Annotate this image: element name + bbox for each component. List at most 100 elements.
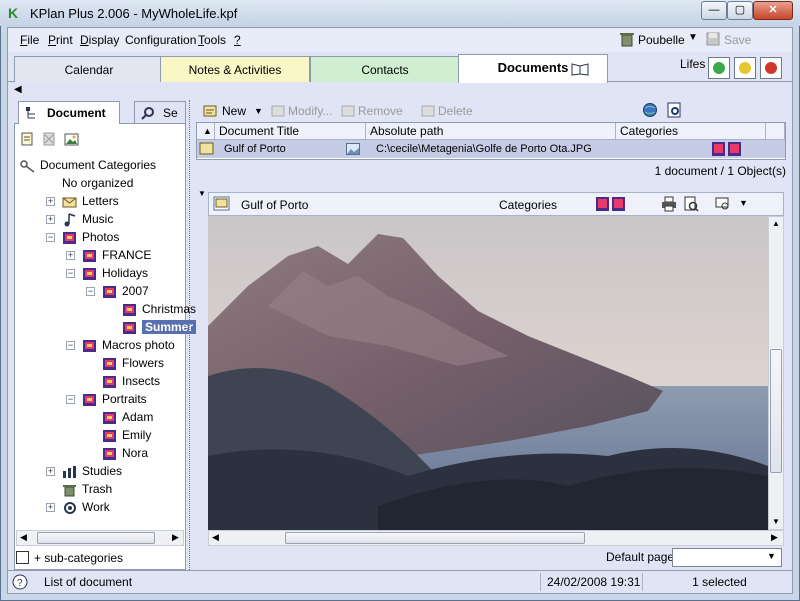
life-yellow-button[interactable] <box>734 57 756 79</box>
tree-item-holidays[interactable]: Holidays <box>82 264 148 282</box>
tree-item-summer[interactable]: Summer <box>122 318 197 336</box>
delete-category-icon[interactable] <box>42 132 56 146</box>
tree-item-flowers[interactable]: Flowers <box>102 354 164 372</box>
tree-item-nora[interactable]: Nora <box>102 444 148 462</box>
tree-item-work[interactable]: Work <box>62 498 110 516</box>
scroll-left-icon[interactable]: ◀ <box>212 532 219 543</box>
tree-item-photos[interactable]: Photos <box>62 228 119 246</box>
find-document-icon[interactable] <box>666 102 682 118</box>
poubelle-button[interactable]: Poubelle ▼ <box>618 30 702 50</box>
tree-item-music[interactable]: Music <box>62 210 113 228</box>
tree-item-label: Trash <box>82 482 113 496</box>
tab-documents[interactable]: Documents <box>458 54 608 83</box>
tree-item-letters[interactable]: Letters <box>62 192 119 210</box>
tree-item-trash[interactable]: Trash <box>62 480 112 498</box>
menu-help[interactable]: ? <box>234 33 241 47</box>
expand-icon[interactable]: + <box>46 197 55 206</box>
expand-icon[interactable]: + <box>46 215 55 224</box>
scroll-up-icon[interactable]: ▲ <box>772 219 780 228</box>
preview-vscroll-thumb[interactable] <box>770 349 782 473</box>
sort-indicator-icon[interactable]: ▲ <box>197 123 215 140</box>
scroll-right-icon[interactable]: ▶ <box>172 532 179 543</box>
tree-item-macros-photo[interactable]: Macros photo <box>82 336 175 354</box>
collapse-icon[interactable]: − <box>66 395 75 404</box>
collapse-icon[interactable]: − <box>86 287 95 296</box>
menu-print[interactable]: Print <box>48 33 73 47</box>
save-button[interactable]: Save <box>704 30 764 50</box>
expand-icon[interactable]: + <box>46 467 55 476</box>
tab-document-tree[interactable]: Document <box>18 101 120 124</box>
menu-tools[interactable]: Tools <box>198 33 226 47</box>
tab-contacts[interactable]: Contacts <box>310 56 460 82</box>
expand-icon[interactable]: + <box>46 503 55 512</box>
photo-folder-icon <box>82 249 98 263</box>
photo-folder-icon <box>82 339 98 353</box>
tree-item-christmas[interactable]: Christmas <box>122 300 196 318</box>
preview-document-icon[interactable] <box>213 196 231 212</box>
subcategories-label: + sub-categories <box>34 551 124 565</box>
collapse-icon[interactable]: − <box>46 233 55 242</box>
new-category-icon[interactable] <box>20 132 34 146</box>
scroll-right-icon[interactable]: ▶ <box>771 532 778 543</box>
life-red-button[interactable] <box>760 57 782 79</box>
tree-item-studies[interactable]: Studies <box>62 462 122 480</box>
collapse-icon[interactable]: − <box>66 269 75 278</box>
life-green-button[interactable] <box>708 57 730 79</box>
column-header-extra[interactable] <box>766 123 785 140</box>
tree-item-portraits[interactable]: Portraits <box>82 390 147 408</box>
photo-folder-icon <box>62 231 78 245</box>
tab-search[interactable]: Se <box>134 101 186 124</box>
image-category-icon[interactable] <box>64 132 80 146</box>
zoom-dropdown-icon[interactable]: ▼ <box>739 198 748 208</box>
column-header-title[interactable]: Document Title <box>215 123 366 140</box>
tree-item-emily[interactable]: Emily <box>102 426 151 444</box>
tree-item-adam[interactable]: Adam <box>102 408 153 426</box>
life-green-icon <box>713 62 725 74</box>
table-row[interactable]: Gulf of Porto C:\cecile\Metagenia\Golfe … <box>197 140 785 158</box>
preview-hscroll-thumb[interactable] <box>285 532 585 544</box>
preview-vertical-scrollbar[interactable]: ▲ ▼ <box>768 216 784 530</box>
tree-item-insects[interactable]: Insects <box>102 372 160 390</box>
collapse-arrow-icon[interactable]: ◀ <box>14 84 22 95</box>
subcategories-option[interactable]: + sub-categories <box>14 548 186 568</box>
panel-splitter[interactable] <box>189 100 194 570</box>
tree-item-document-categories[interactable]: Document Categories <box>20 156 156 174</box>
menu-display[interactable]: Display <box>80 33 119 47</box>
chevron-down-icon[interactable]: ▼ <box>767 551 776 561</box>
tree-item-label: Emily <box>122 428 152 442</box>
collapse-icon[interactable]: − <box>66 341 75 350</box>
help-icon[interactable]: ? <box>12 574 28 590</box>
print-icon[interactable] <box>661 196 677 212</box>
subcategories-checkbox[interactable] <box>16 551 29 564</box>
menu-configuration[interactable]: Configuration <box>125 33 196 47</box>
tree-item-france[interactable]: FRANCE <box>82 246 151 264</box>
tree-item-label: Christmas <box>142 302 197 316</box>
zoom-icon[interactable] <box>715 196 733 212</box>
title-bar[interactable]: K KPlan Plus 2.006 - MyWholeLife.kpf — ▢… <box>0 0 800 26</box>
chevron-down-icon[interactable]: ▼ <box>688 32 698 43</box>
close-button[interactable]: ✕ <box>753 1 793 20</box>
photo-folder-icon <box>122 321 138 335</box>
minimize-button[interactable]: — <box>701 1 727 20</box>
category-tree[interactable]: Document Categories No organized Letters + M… <box>16 156 197 530</box>
globe-icon[interactable] <box>642 102 658 118</box>
tree-item-2007[interactable]: 2007 <box>102 282 149 300</box>
menu-file[interactable]: File <box>20 33 39 47</box>
tree-horizontal-scrollbar[interactable]: ◀ ▶ <box>16 530 184 546</box>
expand-icon[interactable]: + <box>66 251 75 260</box>
tree-scroll-thumb[interactable] <box>37 532 155 544</box>
column-header-path[interactable]: Absolute path <box>366 123 616 140</box>
default-page-select[interactable]: ▼ <box>672 548 782 567</box>
maximize-button[interactable]: ▢ <box>727 1 753 20</box>
preview-horizontal-scrollbar[interactable]: ◀ ▶ <box>208 530 784 546</box>
scroll-left-icon[interactable]: ◀ <box>20 532 27 543</box>
preview-collapse-icon[interactable]: ▼ <box>198 189 206 198</box>
photo-folder-icon <box>102 411 118 425</box>
scroll-down-icon[interactable]: ▼ <box>772 517 780 526</box>
tab-calendar[interactable]: Calendar <box>14 56 164 82</box>
print-preview-icon[interactable] <box>683 196 699 212</box>
new-dropdown-icon[interactable]: ▼ <box>254 103 263 119</box>
tab-notes-activities[interactable]: Notes & Activities <box>160 56 310 82</box>
column-header-categories[interactable]: Categories <box>616 123 766 140</box>
tree-item-no-organized[interactable]: No organized <box>62 174 133 192</box>
